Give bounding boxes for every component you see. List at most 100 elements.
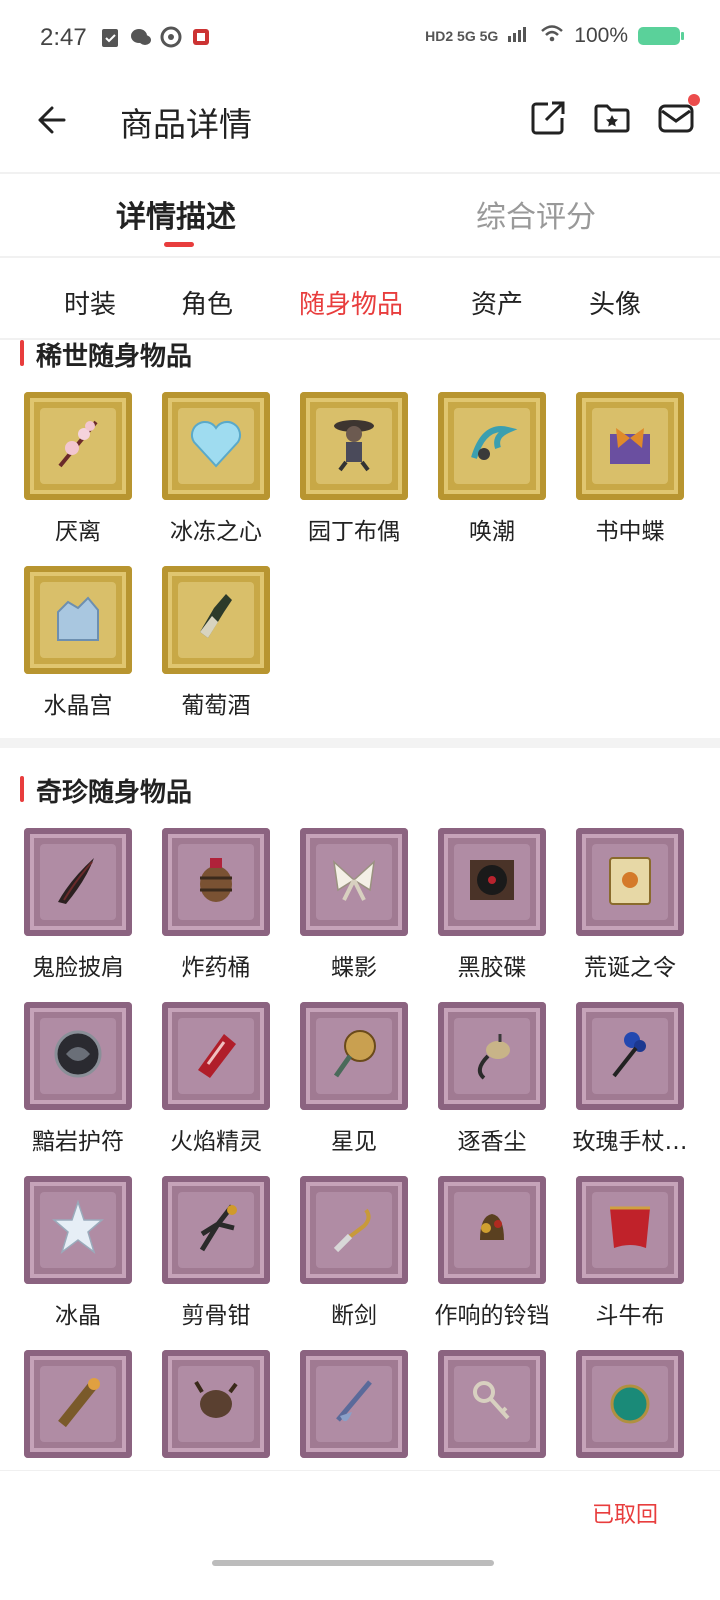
rose-cane-icon: [612, 1032, 646, 1078]
grid-item-treasure[interactable]: 荒诞之令: [560, 828, 700, 982]
item-label: 黑胶碟: [457, 955, 527, 981]
subtab-avatars[interactable]: 头像: [589, 284, 641, 321]
stamp-frame: [300, 1002, 408, 1110]
main-tabs: 详情描述 综合评分: [0, 176, 720, 260]
stamp-frame: [576, 392, 684, 500]
item-label: 蝶影: [331, 955, 377, 981]
item-label: 葡萄酒: [181, 693, 251, 719]
status-bar: 2:47 HD2 5G 5G 100%: [0, 0, 720, 80]
category-tabs: 时装 角色 随身物品 资产 头像: [0, 264, 720, 344]
feather-pen-icon: [336, 1380, 372, 1422]
grid-item-treasure[interactable]: 星见: [284, 1002, 424, 1156]
powder-keg-icon: [200, 858, 232, 902]
grid-item-treasure[interactable]: [146, 1350, 286, 1458]
grid-item-treasure[interactable]: 玫瑰手杖…: [560, 1002, 700, 1156]
game-app-icon: [190, 26, 210, 48]
notification-icons: [100, 26, 210, 48]
grid-item-treasure[interactable]: 蝶影: [284, 828, 424, 982]
tide-icon: [471, 426, 518, 460]
grid-item-rare[interactable]: 唤潮: [422, 392, 562, 546]
grid-item-treasure[interactable]: [8, 1350, 148, 1458]
grid-item-rare[interactable]: 葡萄酒: [146, 566, 286, 720]
stamp-frame: [438, 828, 546, 936]
grid-item-treasure[interactable]: 冰晶: [8, 1176, 148, 1330]
home-indicator[interactable]: [212, 1560, 494, 1566]
grid-item-rare[interactable]: 水晶宫: [8, 566, 148, 720]
grid-item-treasure[interactable]: 鬼脸披肩: [8, 828, 148, 982]
subtab-assets[interactable]: 资产: [471, 284, 523, 321]
subtab-characters[interactable]: 角色: [181, 284, 233, 321]
crystal-palace-icon: [57, 596, 99, 641]
item-label: 黯岩护符: [32, 1129, 124, 1155]
stamp-frame: [438, 1350, 546, 1458]
blossom-branch-icon: [58, 420, 98, 468]
gardener-doll-icon: [334, 420, 374, 472]
pliers-icon: [199, 1204, 237, 1252]
stamp-frame: [24, 1350, 132, 1458]
item-label: 剪骨钳: [181, 1303, 251, 1329]
bell-icon: [480, 1214, 504, 1240]
item-label: 玫瑰手杖…: [572, 1129, 688, 1155]
book-butterfly-icon: [610, 428, 650, 464]
wifi-icon: [540, 24, 564, 48]
grid-item-rare[interactable]: 书中蝶: [560, 392, 700, 546]
grid-item-treasure[interactable]: [560, 1350, 700, 1458]
wechat-icon: [130, 26, 151, 48]
grid-item-treasure[interactable]: 火焰精灵: [146, 1002, 286, 1156]
stamp-frame: [24, 828, 132, 936]
stamp-frame: [438, 392, 546, 500]
bottom-action-bar: 已取回: [0, 1470, 720, 1600]
tab-overall-rating[interactable]: 综合评分: [476, 192, 596, 236]
grid-item-treasure[interactable]: 黯岩护符: [8, 1002, 148, 1156]
card-icon: [609, 857, 651, 905]
stamp-frame: [162, 1002, 270, 1110]
grid-item-treasure[interactable]: 作响的铃铛: [422, 1176, 562, 1330]
grid-item-treasure[interactable]: [422, 1350, 562, 1458]
messages-button[interactable]: [656, 94, 700, 138]
item-label: 冰冻之心: [170, 519, 262, 545]
arrow-left-icon: [38, 106, 66, 134]
grid-item-treasure[interactable]: [284, 1350, 424, 1458]
item-label: 冰晶: [55, 1303, 101, 1329]
item-label: 斗牛布: [595, 1303, 665, 1329]
amulet-icon: [54, 1030, 102, 1078]
favorite-folder-button[interactable]: [592, 98, 632, 138]
key-icon: [473, 1381, 510, 1420]
header-divider: [0, 172, 720, 174]
grid-item-rare[interactable]: 冰冻之心: [146, 392, 286, 546]
unread-dot: [688, 94, 700, 106]
item-label: 鬼脸披肩: [32, 955, 124, 981]
item-label: 逐香尘: [457, 1129, 527, 1155]
emerald-icon: [610, 1384, 650, 1424]
active-tab-indicator: [164, 242, 194, 247]
clipboard-check-icon: [100, 26, 120, 48]
stamp-frame: [576, 1176, 684, 1284]
share-button[interactable]: [528, 98, 568, 138]
spyglass-icon: [58, 1378, 100, 1428]
back-button[interactable]: [34, 100, 74, 140]
grid-item-rare[interactable]: 园丁布偶: [284, 392, 424, 546]
subtab-outfits[interactable]: 时装: [64, 284, 116, 321]
folder-star-icon: [594, 104, 630, 133]
item-label: 唤潮: [469, 519, 515, 545]
mechanism-icon: [194, 1380, 238, 1418]
grid-item-treasure[interactable]: 斗牛布: [560, 1176, 700, 1330]
item-label: 厌离: [55, 519, 101, 545]
subtab-accessories[interactable]: 随身物品: [299, 284, 403, 321]
signal-icon: [508, 24, 530, 48]
grid-item-treasure[interactable]: 断剑: [284, 1176, 424, 1330]
stamp-frame: [438, 1002, 546, 1110]
stamp-frame: [438, 1176, 546, 1284]
tab-detail-description[interactable]: 详情描述: [116, 192, 236, 236]
wine-bottle-icon: [200, 594, 232, 638]
grid-item-treasure[interactable]: 炸药桶: [146, 828, 286, 982]
grid-item-treasure[interactable]: 剪骨钳: [146, 1176, 286, 1330]
stamp-frame: [300, 1176, 408, 1284]
stamp-frame: [24, 1176, 132, 1284]
stamp-frame: [576, 1002, 684, 1110]
network-indicator: HD2 5G 5G: [425, 28, 499, 44]
grid-item-treasure[interactable]: 黑胶碟: [422, 828, 562, 982]
grid-item-rare[interactable]: 厌离: [8, 392, 148, 546]
stamp-frame: [24, 1002, 132, 1110]
grid-item-treasure[interactable]: 逐香尘: [422, 1002, 562, 1156]
